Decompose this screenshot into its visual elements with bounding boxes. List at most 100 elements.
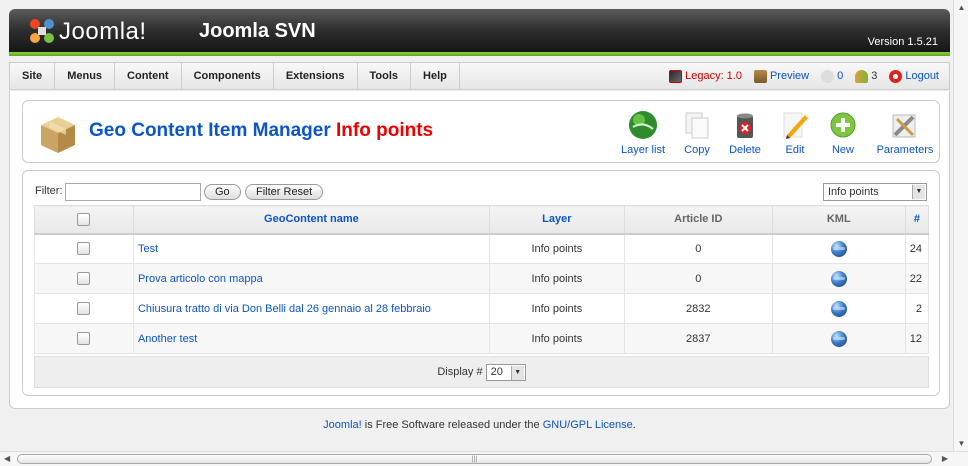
toolbar-box: Geo Content Item Manager Info points Lay… (22, 100, 940, 163)
layer-list-button[interactable]: Layer list (615, 109, 671, 156)
id-cell: 24 (904, 233, 930, 264)
page-title-layer: Info points (336, 120, 434, 141)
kml-cell (771, 263, 906, 294)
users-icon (855, 69, 869, 83)
add-icon (830, 112, 856, 138)
vertical-scrollbar[interactable]: ▲ ▼ (953, 0, 968, 451)
menu-extensions[interactable]: Extensions (274, 63, 358, 89)
content-table: GeoContent name Layer Article ID KML # T… (34, 205, 930, 354)
row-select-cell (34, 323, 134, 354)
layer-cell: Info points (488, 323, 625, 354)
go-button[interactable]: Go (204, 184, 241, 200)
horizontal-scrollbar[interactable]: ◀ ||| ▶ (0, 451, 968, 466)
filter-label: Filter: (35, 185, 63, 197)
row-checkbox[interactable] (77, 242, 91, 256)
scrollbar-thumb[interactable]: ||| (17, 454, 932, 464)
logout-icon (889, 69, 903, 83)
scroll-down-icon[interactable]: ▼ (957, 439, 966, 448)
name-cell: Prova articolo con mappa (132, 263, 490, 294)
parameters-button[interactable]: Parameters (875, 109, 935, 156)
chevron-down-icon: ▼ (510, 365, 524, 380)
google-earth-icon[interactable] (830, 270, 847, 287)
row-select-cell (34, 233, 134, 264)
item-name-link[interactable]: Test (138, 243, 158, 255)
layer-select-value: Info points (828, 186, 879, 198)
delete-button[interactable]: Delete (717, 109, 773, 156)
display-count-value: 20 (490, 365, 503, 378)
logout-link[interactable]: Logout (889, 69, 939, 83)
menu-bar: Site Menus Content Components Extensions… (9, 62, 950, 90)
users-count: 3 (871, 70, 878, 82)
scroll-left-icon[interactable]: ◀ (4, 454, 10, 463)
filter-input[interactable] (65, 183, 201, 201)
menu-site[interactable]: Site (10, 63, 56, 89)
joomla-link[interactable]: Joomla! (323, 419, 362, 431)
scroll-up-icon[interactable]: ▲ (957, 3, 966, 12)
legacy-status[interactable]: Legacy: 1.0 (669, 69, 742, 83)
menu-menus[interactable]: Menus (55, 63, 116, 89)
item-name-link[interactable]: Chiusura tratto di via Don Belli dal 26 … (138, 303, 431, 315)
settings-icon (892, 114, 916, 138)
row-checkbox[interactable] (77, 302, 91, 315)
menu-components[interactable]: Components (182, 63, 274, 89)
id-column-header[interactable]: # (904, 205, 930, 235)
legacy-icon (669, 69, 683, 83)
main-menu: Site Menus Content Components Extensions… (10, 63, 460, 89)
scroll-right-icon[interactable]: ▶ (942, 454, 948, 463)
id-cell: 22 (904, 263, 930, 294)
footer-end: . (632, 419, 636, 431)
site-name: Joomla SVN (199, 20, 316, 42)
row-select-cell (34, 263, 134, 294)
copy-icon (685, 112, 709, 139)
kml-cell (771, 233, 906, 264)
google-earth-icon[interactable] (830, 300, 847, 317)
preview-icon (753, 69, 767, 83)
new-button[interactable]: New (815, 109, 871, 156)
preview-label: Preview (769, 70, 810, 82)
row-checkbox[interactable] (77, 332, 91, 345)
table-row: Chiusura tratto di via Don Belli dal 26 … (34, 293, 930, 324)
messages-status[interactable]: 0 (821, 69, 844, 83)
logout-label: Logout (905, 70, 939, 82)
messages-count: 0 (837, 70, 844, 82)
header-accent-bar (9, 52, 950, 56)
row-select-cell (34, 293, 134, 324)
delete-label: Delete (729, 144, 761, 156)
display-count-select[interactable]: 20 ▼ (485, 363, 526, 381)
layer-select[interactable]: Info points ▼ (823, 183, 927, 201)
article-id-cell: 2832 (623, 293, 773, 324)
pagination-bar: Display # 20 ▼ (34, 356, 929, 388)
display-label: Display # (437, 366, 483, 378)
legacy-label: Legacy: 1.0 (685, 70, 742, 82)
google-earth-icon[interactable] (830, 240, 847, 257)
menu-tools[interactable]: Tools (358, 63, 412, 89)
users-status[interactable]: 3 (855, 69, 878, 83)
license-link[interactable]: GNU/GPL License (543, 419, 633, 431)
name-cell: Chiusura tratto di via Don Belli dal 26 … (132, 293, 490, 324)
select-all-checkbox[interactable] (77, 212, 91, 226)
name-column-header[interactable]: GeoContent name (132, 205, 490, 235)
joomla-logo-icon (30, 19, 54, 43)
messages-icon (821, 69, 835, 83)
filter-reset-button[interactable]: Filter Reset (245, 184, 324, 200)
item-name-link[interactable]: Prova articolo con mappa (138, 273, 263, 285)
preview-link[interactable]: Preview (753, 69, 810, 83)
menu-help[interactable]: Help (411, 63, 460, 89)
layer-column-header[interactable]: Layer (488, 205, 625, 235)
row-checkbox[interactable] (77, 272, 91, 285)
table-row: Another test Info points 2837 12 (34, 323, 930, 354)
pencil-icon (783, 112, 808, 139)
joomla-brand: Joomla! (59, 18, 147, 45)
id-cell: 2 (904, 293, 930, 324)
kml-cell (771, 323, 906, 354)
menu-content[interactable]: Content (115, 63, 182, 89)
kml-cell (771, 293, 906, 324)
layer-cell: Info points (488, 233, 625, 264)
google-earth-icon[interactable] (830, 330, 847, 347)
list-box: Filter: Go Filter Reset Info points ▼ Ge… (22, 170, 940, 396)
layer-cell: Info points (488, 293, 625, 324)
trash-icon (737, 113, 753, 138)
footer-text: is Free Software released under the (361, 419, 543, 431)
item-name-link[interactable]: Another test (138, 333, 197, 345)
id-cell: 12 (904, 323, 930, 354)
